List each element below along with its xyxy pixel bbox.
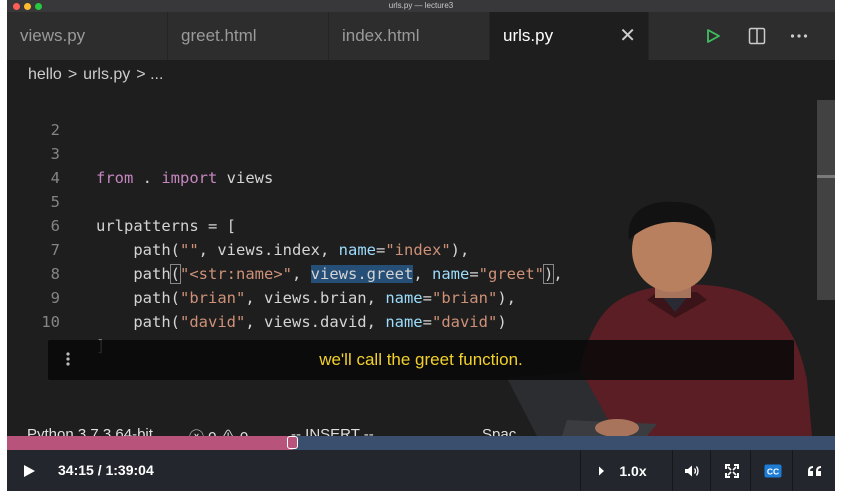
tab-views-py[interactable]: views.py xyxy=(7,12,168,60)
video-frame[interactable]: urls.py — lecture3 views.py greet.html i… xyxy=(7,0,835,491)
more-icon[interactable] xyxy=(787,24,811,48)
seek-bar-played xyxy=(7,436,294,450)
tab-label: urls.py xyxy=(503,26,554,45)
tab-greet-html[interactable]: greet.html xyxy=(168,12,329,60)
control-divider xyxy=(672,450,673,491)
player-controls: 34:15 / 1:39:04 1.0x CC xyxy=(7,450,835,491)
chevron-right-icon[interactable] xyxy=(595,450,607,491)
breadcrumb: hello > urls.py > ... xyxy=(7,60,835,90)
playback-speed-button[interactable]: 1.0x xyxy=(613,450,653,491)
subtitle-overlay: we'll call the greet function. xyxy=(48,340,794,380)
play-icon[interactable] xyxy=(17,450,41,491)
fullscreen-icon[interactable] xyxy=(719,450,745,491)
breadcrumb-folder[interactable]: hello xyxy=(28,66,62,83)
code-text: path("david", views.david, name="david") xyxy=(96,313,507,331)
close-icon[interactable]: ✕ xyxy=(619,12,636,60)
code-line: 6 path("", views.index, name="index"), xyxy=(7,190,835,259)
code-line: 8 path("brian", views.brian, name="brian… xyxy=(7,238,835,307)
code-line: 2 xyxy=(7,94,835,139)
code-line: 4 xyxy=(7,142,835,187)
tab-label: views.py xyxy=(20,26,86,45)
code-line: 5 urlpatterns = [ xyxy=(7,166,835,235)
subtitle-text: we'll call the greet function. xyxy=(319,350,523,369)
control-divider xyxy=(750,450,751,491)
code-line: 9 path("david", views.david, name="david… xyxy=(7,262,835,331)
seek-bar[interactable] xyxy=(7,436,835,450)
window-title: urls.py — lecture3 xyxy=(388,1,454,10)
cc-icon[interactable]: CC xyxy=(759,450,787,491)
volume-icon[interactable] xyxy=(679,450,705,491)
quote-icon[interactable] xyxy=(801,450,827,491)
code-line: 3 from . import views xyxy=(7,118,835,187)
breadcrumb-separator: > xyxy=(67,66,78,83)
scrollbar-marker xyxy=(817,175,835,178)
code-line: 10 ] xyxy=(7,286,835,355)
editor-scrollbar[interactable] xyxy=(817,100,835,300)
code-editor[interactable]: 2 3 from . import views 4 5 urlpatterns … xyxy=(7,90,835,436)
playback-speed: 1.0x xyxy=(619,462,647,479)
line-number: 10 xyxy=(41,313,60,331)
window-titlebar: urls.py — lecture3 xyxy=(7,0,835,12)
run-icon[interactable] xyxy=(701,24,725,48)
editor-tab-bar: views.py greet.html index.html urls.py ✕ xyxy=(7,12,835,60)
code-line: 7 path("<str:name>", views.greet, name="… xyxy=(7,214,835,284)
playback-time: 34:15 / 1:39:04 xyxy=(58,462,154,478)
split-editor-icon[interactable] xyxy=(745,24,769,48)
breadcrumb-file[interactable]: urls.py xyxy=(83,66,130,83)
breadcrumb-more[interactable]: > ... xyxy=(136,66,163,83)
control-divider xyxy=(792,450,793,491)
tab-label: greet.html xyxy=(181,26,257,45)
tab-index-html[interactable]: index.html xyxy=(329,12,490,60)
svg-text:CC: CC xyxy=(767,466,779,476)
control-divider xyxy=(710,450,711,491)
seek-handle[interactable] xyxy=(287,436,299,449)
tab-urls-py[interactable]: urls.py ✕ xyxy=(490,12,649,60)
control-divider xyxy=(580,450,581,491)
tab-label: index.html xyxy=(342,26,420,45)
